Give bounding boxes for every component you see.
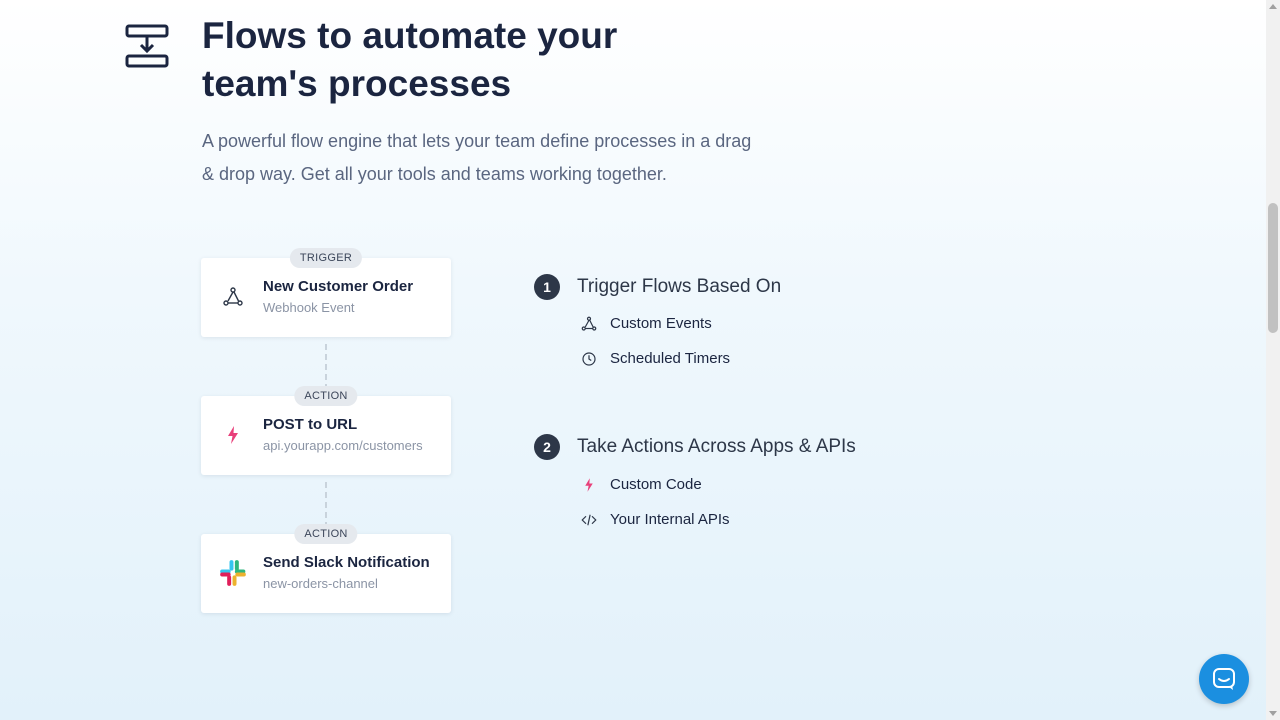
step-title-1: Trigger Flows Based On <box>577 276 782 297</box>
card-badge: ACTION <box>294 386 358 406</box>
step-title-2: Take Actions Across Apps & APIs <box>577 436 856 457</box>
flow-card-post-url[interactable]: ACTION POST to URL api.yourapp.com/custo… <box>201 386 451 475</box>
clock-icon <box>582 352 596 366</box>
card-title: Send Slack Notification <box>263 554 430 571</box>
step-number-2: 2 <box>534 434 560 460</box>
card-subtitle: Webhook Event <box>263 300 355 315</box>
chat-icon <box>1213 668 1235 690</box>
slack-icon <box>220 560 246 586</box>
scroll-up-arrow[interactable] <box>1269 4 1277 9</box>
feature-label: Scheduled Timers <box>610 350 731 367</box>
webhook-icon <box>581 316 597 331</box>
feature-label: Custom Code <box>610 476 702 493</box>
card-subtitle: api.yourapp.com/customers <box>263 438 423 453</box>
flow-download-icon <box>125 24 169 68</box>
page-subtitle: A powerful flow engine that lets your te… <box>202 131 752 184</box>
feature-label: Your Internal APIs <box>610 511 730 528</box>
card-badge: TRIGGER <box>289 248 363 268</box>
chat-launcher-button[interactable] <box>1199 654 1249 704</box>
step-number-1: 1 <box>534 274 560 300</box>
card-subtitle: new-orders-channel <box>263 576 378 591</box>
lightning-icon <box>585 478 593 492</box>
flow-card-trigger[interactable]: TRIGGER New Customer Order Webhook Event <box>201 248 451 337</box>
code-icon <box>581 514 597 526</box>
scrollbar-thumb[interactable] <box>1268 203 1278 333</box>
page-scrollbar[interactable] <box>1266 0 1280 720</box>
flow-connector <box>325 344 327 390</box>
lightning-icon <box>228 426 238 444</box>
flow-connector <box>325 482 327 528</box>
page-title: Flows to automate your team's processes <box>202 15 618 104</box>
webhook-icon <box>223 287 243 306</box>
card-title: New Customer Order <box>263 278 414 295</box>
flow-card-slack[interactable]: ACTION Send Slack Notification new-order… <box>201 524 451 613</box>
card-title: POST to URL <box>263 416 358 433</box>
scroll-down-arrow[interactable] <box>1269 711 1277 716</box>
card-badge: ACTION <box>294 524 358 544</box>
feature-label: Custom Events <box>610 315 712 332</box>
